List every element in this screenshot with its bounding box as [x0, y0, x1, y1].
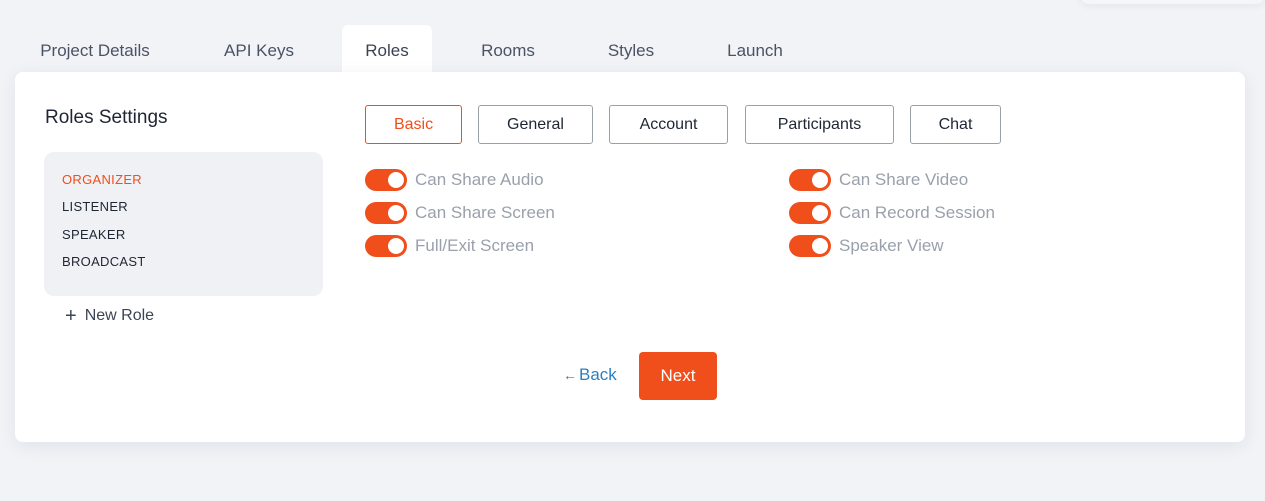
toggle-switch[interactable] — [365, 202, 407, 224]
role-list: ORGANIZER LISTENER SPEAKER BROADCAST — [44, 152, 323, 296]
new-role-button[interactable]: + New Role — [65, 306, 154, 326]
main-tabs: Project Details API Keys Roles Rooms Sty… — [0, 25, 1265, 72]
toggle-speaker-view[interactable]: Speaker View — [789, 235, 944, 257]
subtab-chat[interactable]: Chat — [910, 105, 1001, 144]
toggle-knob — [388, 238, 404, 254]
tab-api-keys[interactable]: API Keys — [210, 25, 308, 72]
toggle-knob — [812, 172, 828, 188]
toggle-label: Can Record Session — [839, 203, 995, 222]
tab-launch[interactable]: Launch — [712, 25, 798, 72]
toggle-switch[interactable] — [789, 169, 831, 191]
subtab-basic[interactable]: Basic — [365, 105, 462, 144]
next-button[interactable]: Next — [639, 352, 717, 400]
tab-styles[interactable]: Styles — [593, 25, 669, 72]
toggle-knob — [812, 205, 828, 221]
toggle-switch[interactable] — [789, 202, 831, 224]
role-item-organizer[interactable]: ORGANIZER — [62, 172, 142, 187]
arrow-left-icon: ← — [563, 367, 577, 383]
top-right-panel-edge — [1080, 0, 1265, 4]
toggle-label: Can Share Audio — [415, 170, 544, 189]
role-item-listener[interactable]: LISTENER — [62, 199, 128, 214]
toggle-can-share-audio[interactable]: Can Share Audio — [365, 169, 544, 191]
role-item-broadcast[interactable]: BROADCAST — [62, 254, 146, 269]
tab-project-details[interactable]: Project Details — [24, 25, 166, 72]
toggle-switch[interactable] — [365, 235, 407, 257]
toggle-label: Can Share Screen — [415, 203, 555, 222]
tab-rooms[interactable]: Rooms — [466, 25, 550, 72]
toggle-switch[interactable] — [365, 169, 407, 191]
plus-icon: + — [65, 305, 77, 327]
back-label: Back — [579, 365, 617, 384]
toggle-label: Speaker View — [839, 236, 944, 255]
toggle-can-share-screen[interactable]: Can Share Screen — [365, 202, 555, 224]
toggle-knob — [812, 238, 828, 254]
toggle-label: Full/Exit Screen — [415, 236, 535, 255]
role-item-speaker[interactable]: SPEAKER — [62, 227, 126, 242]
roles-card: Roles Settings ORGANIZER LISTENER SPEAKE… — [15, 72, 1245, 442]
toggle-can-share-video[interactable]: Can Share Video — [789, 169, 968, 191]
back-link[interactable]: ← Back — [563, 365, 617, 385]
subtab-account[interactable]: Account — [609, 105, 728, 144]
toggle-can-record-session[interactable]: Can Record Session — [789, 202, 995, 224]
new-role-label: New Role — [84, 307, 155, 324]
toggle-switch[interactable] — [789, 235, 831, 257]
toggle-knob — [388, 172, 404, 188]
subtab-participants[interactable]: Participants — [745, 105, 894, 144]
toggle-full-exit-screen[interactable]: Full/Exit Screen — [365, 235, 534, 257]
roles-settings-title: Roles Settings — [45, 107, 168, 128]
toggle-label: Can Share Video — [839, 170, 969, 189]
toggle-knob — [388, 205, 404, 221]
subtab-general[interactable]: General — [478, 105, 593, 144]
tab-roles[interactable]: Roles — [342, 25, 432, 72]
